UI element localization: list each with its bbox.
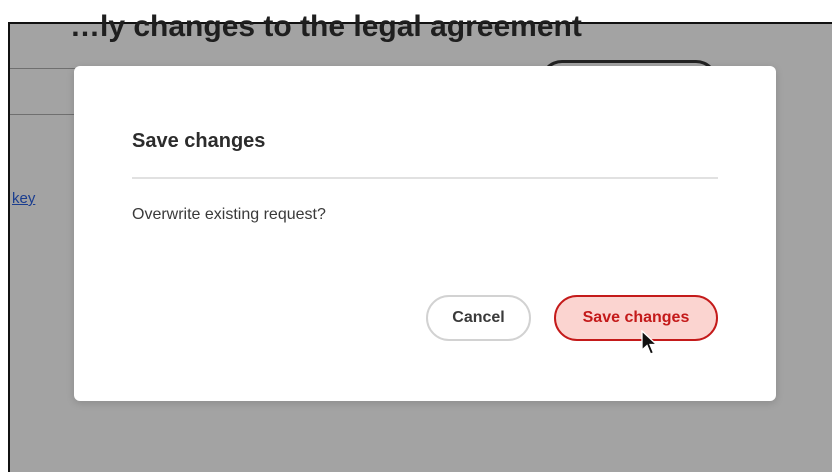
background-divider: [10, 68, 80, 69]
save-changes-button[interactable]: Save changes: [554, 295, 718, 341]
app-window: …ly changes to the legal agreement key S…: [0, 0, 832, 472]
dialog-message: Overwrite existing request?: [132, 206, 326, 223]
save-changes-dialog: Save changes Overwrite existing request?…: [74, 66, 776, 401]
background-key-link[interactable]: key: [12, 190, 35, 207]
page-heading-partial: …ly changes to the legal agreement: [70, 10, 582, 43]
dialog-divider: [132, 177, 718, 179]
dialog-title: Save changes: [132, 130, 266, 152]
arrow-cursor-icon: [641, 330, 659, 355]
cancel-button[interactable]: Cancel: [426, 295, 531, 341]
background-divider: [10, 114, 80, 115]
